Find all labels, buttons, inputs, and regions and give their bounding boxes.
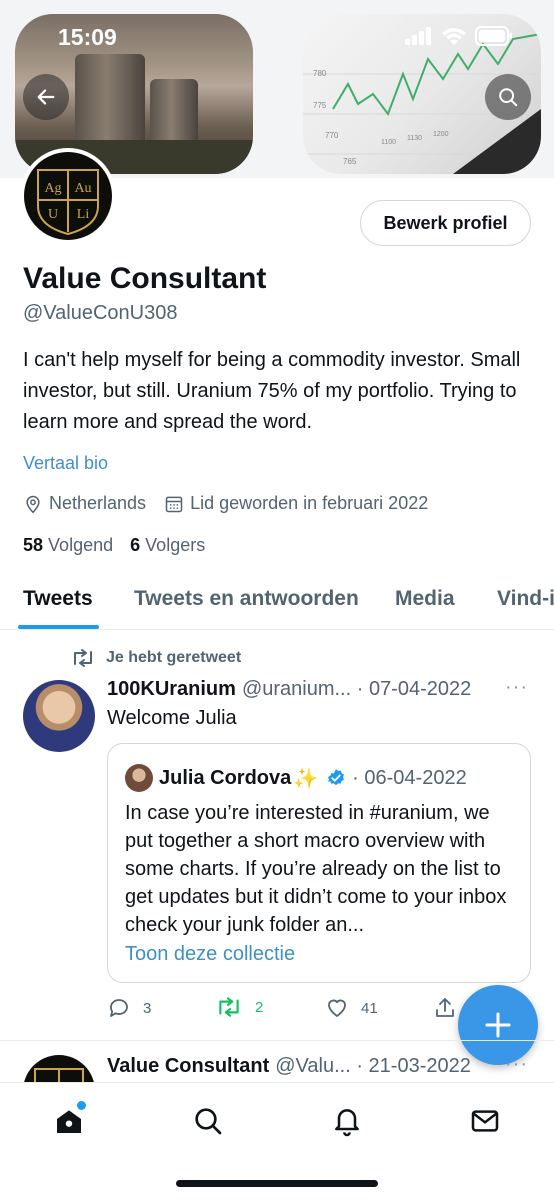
- reply-button[interactable]: 3: [107, 996, 151, 1020]
- tweet-handle-date: @uranium... · 07-04-2022: [241, 678, 472, 700]
- share-icon: [436, 998, 454, 1017]
- profile-bio: I can't help myself for being a commodit…: [23, 349, 521, 433]
- svg-text:Li: Li: [77, 207, 90, 222]
- back-arrow-icon: [37, 89, 55, 105]
- chart-tick: 780: [313, 69, 327, 78]
- next-tweet-handle-date: @Valu... · 21-03-2022: [275, 1055, 471, 1077]
- battery-icon: [475, 26, 512, 46]
- edit-profile-button[interactable]: Bewerk profiel: [360, 200, 531, 246]
- tweet-text: Welcome Julia: [107, 707, 237, 729]
- mail-icon: [471, 1110, 499, 1132]
- chart-tick: 1100: [381, 139, 396, 146]
- wifi-icon: [442, 28, 466, 45]
- location-icon: [23, 494, 43, 514]
- search-icon: [195, 1108, 222, 1135]
- retweet-notice-text: Je hebt geretweet: [106, 649, 242, 666]
- reply-icon: [110, 999, 128, 1017]
- chart-tick: 770: [325, 131, 339, 140]
- tweet-author-name[interactable]: 100KUranium: [107, 678, 236, 701]
- quoted-author-avatar: [125, 764, 153, 792]
- like-button[interactable]: 41: [325, 996, 378, 1020]
- quoted-author-name: Julia Cordova: [159, 766, 292, 789]
- profile-location: Netherlands: [49, 493, 147, 513]
- avatar-logo: Ag Au U Li: [37, 169, 99, 236]
- following-link[interactable]: 58 Volgend: [23, 535, 113, 555]
- chart-tick: 765: [343, 157, 357, 166]
- tweet-header: 100KUranium @uranium... · 07-04-2022 ···: [107, 676, 532, 701]
- retweet-button[interactable]: 2: [215, 996, 263, 1018]
- tweet-author-avatar[interactable]: [23, 680, 95, 752]
- tab-tweets[interactable]: Tweets: [23, 587, 93, 611]
- svg-text:Au: Au: [74, 181, 91, 196]
- svg-text:Ag: Ag: [44, 181, 61, 196]
- profile-avatar[interactable]: Ag Au U Li: [20, 148, 116, 244]
- tab-media[interactable]: Media: [395, 587, 455, 611]
- search-button[interactable]: [485, 74, 531, 120]
- active-tab-indicator: [18, 625, 99, 629]
- verified-badge-icon: [326, 768, 346, 788]
- chart-tick: 1130: [407, 135, 422, 142]
- like-count: 41: [361, 999, 378, 1017]
- status-time: 15:09: [58, 24, 117, 50]
- nav-messages[interactable]: [467, 1103, 503, 1139]
- next-tweet-author[interactable]: Value Consultant: [107, 1055, 269, 1078]
- profile-meta: Netherlands Lid geworden in februari 202…: [23, 493, 428, 514]
- search-icon: [499, 88, 518, 107]
- show-collection-link[interactable]: Toon deze collectie: [125, 943, 295, 966]
- compose-plus-icon: [485, 1012, 511, 1038]
- tab-tweets-and-replies[interactable]: Tweets en antwoorden: [134, 587, 359, 611]
- profile-name: Value Consultant: [23, 262, 267, 295]
- home-notification-dot: [77, 1101, 86, 1110]
- share-button[interactable]: [433, 996, 457, 1020]
- home-indicator: [176, 1180, 378, 1187]
- chart-tick: 1200: [433, 131, 449, 138]
- status-icons: [405, 26, 513, 46]
- retweet-notice: Je hebt geretweet: [70, 648, 241, 668]
- back-button[interactable]: [23, 74, 69, 120]
- retweet-count: 2: [255, 998, 264, 1016]
- bell-icon: [335, 1109, 359, 1137]
- quoted-tweet-text: In case you’re interested in #uranium, w…: [125, 802, 507, 936]
- profile-tabs: Tweets Tweets en antwoorden Media Vind-i: [0, 570, 554, 630]
- retweet-icon: [70, 648, 96, 668]
- calendar-icon: [164, 494, 184, 514]
- followers-link[interactable]: 6 Volgers: [130, 535, 205, 555]
- quoted-tweet-date: · 06-04-2022: [352, 766, 467, 789]
- next-tweet-header: Value Consultant @Valu... · 21-03-2022 ·…: [107, 1053, 532, 1078]
- chart-tick: 775: [313, 101, 327, 110]
- nav-notifications[interactable]: [329, 1103, 365, 1139]
- next-tweet-more-icon[interactable]: ···: [505, 1053, 528, 1076]
- nav-search[interactable]: [190, 1103, 226, 1139]
- signal-icon: [405, 27, 431, 45]
- translate-bio-link[interactable]: Vertaal bio: [23, 453, 108, 474]
- sparkle-emoji: ✨: [293, 767, 319, 790]
- nav-home[interactable]: [51, 1101, 87, 1139]
- svg-text:U: U: [48, 207, 58, 222]
- follow-stats: 58 Volgend 6 Volgers: [23, 535, 205, 556]
- retweet-icon: [219, 997, 239, 1017]
- like-icon: [328, 999, 346, 1017]
- more-options-icon[interactable]: ···: [505, 676, 528, 699]
- quoted-tweet[interactable]: Julia Cordova ✨ · 06-04-2022 In case you…: [107, 743, 531, 983]
- tab-likes[interactable]: Vind-i: [497, 587, 554, 611]
- quoted-tweet-header: Julia Cordova ✨ · 06-04-2022: [125, 764, 467, 792]
- tweet-divider: [0, 1040, 554, 1041]
- reply-count: 3: [143, 999, 152, 1017]
- profile-handle: @ValueConU308: [23, 302, 178, 324]
- profile-joined-date: Lid geworden in februari 2022: [190, 493, 429, 513]
